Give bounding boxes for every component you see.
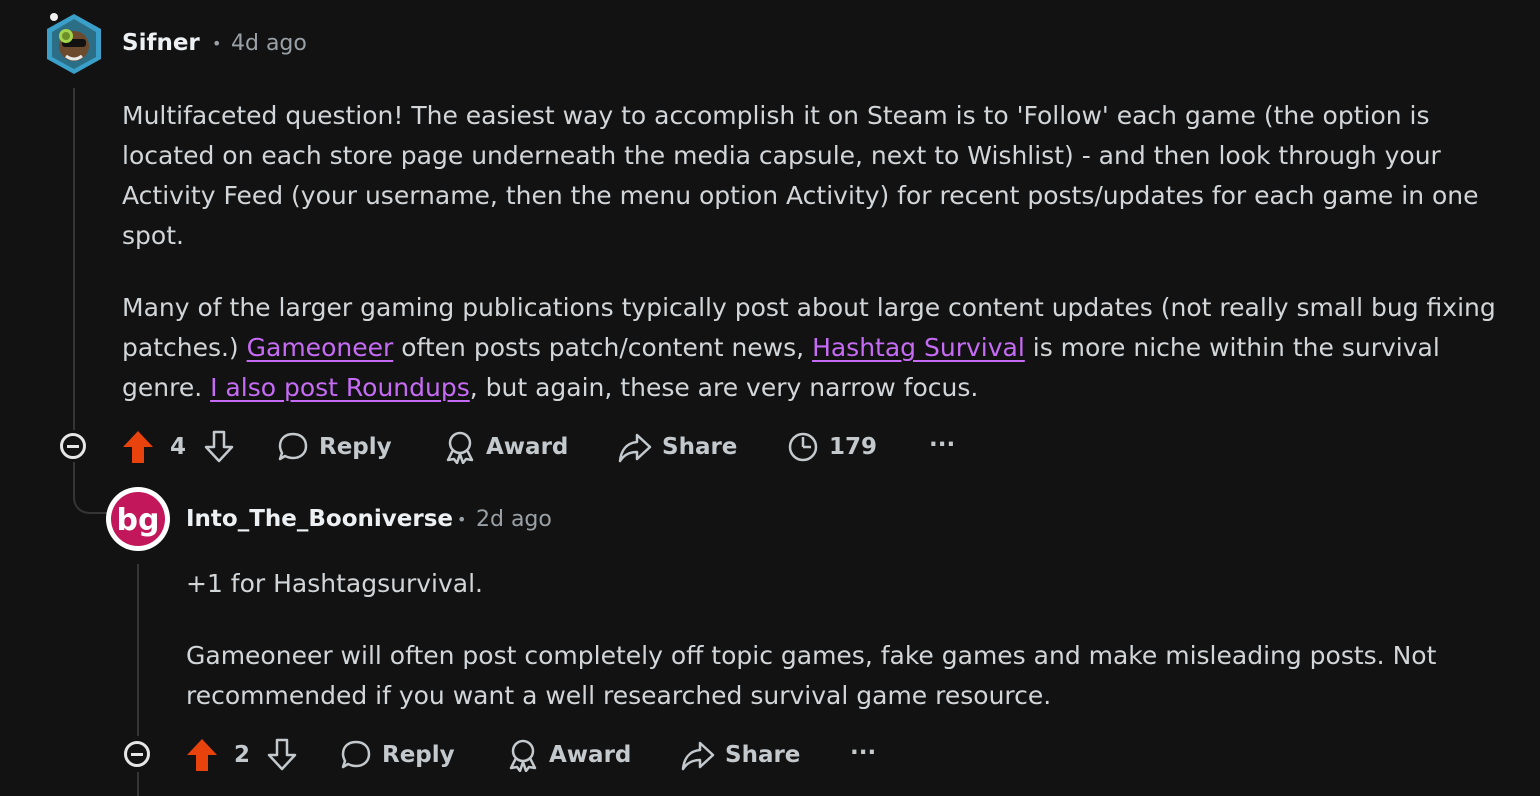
award-label: Award <box>549 742 632 768</box>
views-count: 179 <box>829 434 878 460</box>
award-ribbon-icon <box>446 431 474 464</box>
more-options-button[interactable]: ··· <box>929 432 955 458</box>
more-dots-icon: ··· <box>929 432 956 458</box>
vote-count: 4 <box>170 434 187 460</box>
share-arrow-icon <box>681 741 715 771</box>
comment-body: +1 for Hashtagsurvival. Gameoneer will o… <box>186 564 1506 716</box>
comment-author[interactable]: Into_The_Booniverse <box>186 506 453 532</box>
share-button[interactable]: Share <box>681 738 800 772</box>
upvote-arrow-icon <box>123 431 153 463</box>
more-options-button[interactable]: ··· <box>850 740 876 766</box>
thread-line-child <box>137 564 139 736</box>
reply-button[interactable]: Reply <box>340 738 455 772</box>
downvote-button[interactable] <box>203 430 235 468</box>
link-roundups[interactable]: I also post Roundups <box>210 373 470 402</box>
link-hashtag-survival[interactable]: Hashtag Survival <box>812 333 1025 362</box>
paragraph-text: often posts patch/content news, <box>393 333 813 362</box>
meta-separator: • <box>457 510 467 529</box>
award-label: Award <box>486 434 569 460</box>
more-dots-icon: ··· <box>850 740 877 766</box>
comment-timestamp[interactable]: 4d ago <box>231 31 307 56</box>
share-label: Share <box>662 434 738 460</box>
award-button[interactable]: Award <box>444 430 568 464</box>
upvote-button[interactable] <box>122 430 154 468</box>
avatar-sifner[interactable] <box>44 12 104 76</box>
award-ribbon-icon <box>509 739 537 772</box>
comment-body: Multifaceted question! The easiest way t… <box>122 96 1502 408</box>
comment-paragraph: +1 for Hashtagsurvival. <box>186 569 483 598</box>
upvote-button[interactable] <box>186 738 218 776</box>
downvote-arrow-icon <box>267 738 297 771</box>
meta-separator: • <box>212 34 222 53</box>
share-button[interactable]: Share <box>618 430 737 464</box>
downvote-button[interactable] <box>266 738 298 776</box>
avatar-into-the-booniverse[interactable]: bg <box>106 487 170 551</box>
comment-paragraph: Multifaceted question! The easiest way t… <box>122 101 1479 250</box>
paragraph-text: , but again, these are very narrow focus… <box>469 373 979 402</box>
collapse-button[interactable] <box>60 433 86 459</box>
vote-count: 2 <box>234 742 251 768</box>
reply-label: Reply <box>382 742 455 768</box>
avatar-text: bg <box>117 503 160 538</box>
collapse-minus-icon <box>67 444 79 448</box>
thread-line <box>73 88 75 430</box>
share-label: Share <box>725 742 801 768</box>
reply-button[interactable]: Reply <box>277 430 392 464</box>
thread-line-child-lower <box>137 772 139 796</box>
comment-timestamp[interactable]: 2d ago <box>476 507 552 532</box>
collapse-minus-icon <box>131 752 143 756</box>
comment-author[interactable]: Sifner <box>122 30 200 56</box>
upvote-arrow-icon <box>187 739 217 771</box>
comment-paragraph: Many of the larger gaming publications t… <box>122 288 1502 408</box>
share-arrow-icon <box>618 433 652 463</box>
collapse-button[interactable] <box>124 741 150 767</box>
views-pie-icon <box>788 432 818 462</box>
reply-label: Reply <box>319 434 392 460</box>
award-button[interactable]: Award <box>507 738 631 772</box>
reply-bubble-icon <box>278 432 308 461</box>
views-indicator: 179 <box>787 430 877 464</box>
link-gameoneer[interactable]: Gameoneer <box>247 333 394 362</box>
downvote-arrow-icon <box>204 430 234 463</box>
reply-bubble-icon <box>341 740 371 769</box>
comment-paragraph: Gameoneer will often post completely off… <box>186 641 1437 710</box>
